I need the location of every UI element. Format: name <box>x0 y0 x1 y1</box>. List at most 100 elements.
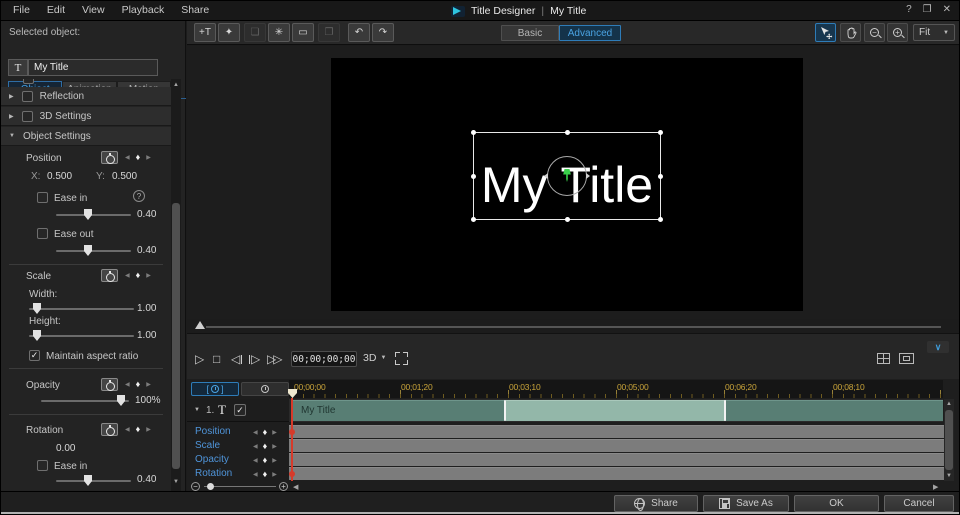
ok-button[interactable]: OK <box>794 495 879 512</box>
stop-button[interactable]: □ <box>213 353 220 365</box>
slider-thumb[interactable] <box>117 395 125 406</box>
fit-zoom-dropdown[interactable]: Fit ▼ <box>913 24 955 41</box>
fast-forward-button[interactable]: ▷▷ <box>267 353 279 365</box>
prev-keyframe-icon[interactable]: ◀ <box>125 426 130 433</box>
slider-thumb[interactable] <box>84 209 92 220</box>
position-keyframe-toggle[interactable] <box>101 151 118 164</box>
hand-tool-button[interactable] <box>840 23 861 42</box>
y-value[interactable]: 0.500 <box>112 171 137 182</box>
slider-thumb[interactable] <box>84 245 92 256</box>
zoom-in-button[interactable]: + <box>887 23 908 42</box>
play-button[interactable]: ▷ <box>195 353 204 365</box>
prev-keyframe-icon[interactable]: ◀ <box>253 471 258 478</box>
next-keyframe-icon[interactable]: ▶ <box>146 381 151 388</box>
keyframe-marker-position[interactable] <box>289 429 295 435</box>
keyframe-view-toggle-inactive[interactable] <box>241 382 289 396</box>
zoom-out-button[interactable]: − <box>864 23 885 42</box>
resize-handle-n[interactable] <box>565 130 570 135</box>
scroll-up-icon[interactable]: ▲ <box>173 82 179 88</box>
add-keyframe-icon[interactable]: ♦ <box>263 427 268 437</box>
timecode-display[interactable]: 00;00;00;00 <box>291 351 357 367</box>
canvas-stage[interactable]: My Title <box>331 58 803 311</box>
expander-icon[interactable]: ▶ <box>9 113 14 120</box>
opacity-keyframe-toggle[interactable] <box>101 378 118 391</box>
ease-out-slider[interactable] <box>56 250 131 252</box>
insert-particle-button[interactable]: ✦ <box>218 23 240 42</box>
timeline-playhead-line[interactable] <box>291 398 293 481</box>
next-keyframe-icon[interactable]: ▶ <box>272 471 277 478</box>
maintain-aspect-ratio-checkbox[interactable]: ✓ <box>29 350 40 361</box>
add-keyframe-icon[interactable]: ♦ <box>263 455 268 465</box>
track-expander-icon[interactable]: ▼ <box>194 407 200 413</box>
3d-mode-dropdown[interactable]: 3D ▼ <box>363 352 386 364</box>
add-keyframe-icon[interactable]: ♦ <box>136 270 141 280</box>
prev-keyframe-icon[interactable]: ◀ <box>253 429 258 436</box>
tv-safe-zone-button[interactable] <box>899 353 914 364</box>
segment-boundary-marker[interactable] <box>724 400 726 421</box>
slider-thumb[interactable] <box>84 475 92 486</box>
track-visible-checkbox[interactable]: ✓ <box>234 404 246 416</box>
clip-segment-out[interactable] <box>726 400 943 421</box>
selection-box[interactable] <box>473 132 661 220</box>
width-slider[interactable] <box>29 308 134 310</box>
rotation-ease-in-checkbox[interactable] <box>37 460 48 471</box>
next-keyframe-icon[interactable]: ▶ <box>272 457 277 464</box>
next-keyframe-icon[interactable]: ▶ <box>272 429 277 436</box>
add-keyframe-icon[interactable]: ♦ <box>136 424 141 434</box>
3d-settings-checkbox[interactable] <box>22 111 33 122</box>
prev-keyframe-icon[interactable]: ◀ <box>253 443 258 450</box>
menu-edit[interactable]: Edit <box>45 4 67 16</box>
timeline-scrollbar-thumb[interactable] <box>945 410 953 470</box>
resize-handle-se[interactable] <box>658 217 663 222</box>
save-as-button[interactable]: Save As <box>703 495 789 512</box>
slider-thumb[interactable] <box>33 330 41 341</box>
rotation-value[interactable]: 0.00 <box>56 443 75 454</box>
prev-keyframe-icon[interactable]: ◀ <box>125 154 130 161</box>
section-object-settings[interactable]: ▼ Object Settings <box>1 127 171 146</box>
menu-share[interactable]: Share <box>179 4 211 16</box>
next-keyframe-icon[interactable]: ▶ <box>146 154 151 161</box>
scrubber-playhead[interactable] <box>195 321 205 329</box>
close-icon[interactable]: ✕ <box>943 4 951 15</box>
scroll-down-icon[interactable]: ▼ <box>946 473 952 479</box>
height-slider[interactable] <box>29 335 134 337</box>
prev-keyframe-icon[interactable]: ◀ <box>253 457 258 464</box>
scale-keyframe-toggle[interactable] <box>101 269 118 282</box>
fullscreen-preview-button[interactable] <box>395 352 408 365</box>
add-keyframe-icon[interactable]: ♦ <box>263 441 268 451</box>
position-ease-out-checkbox[interactable] <box>37 228 48 239</box>
menu-playback[interactable]: Playback <box>120 4 167 16</box>
scroll-up-icon[interactable]: ▲ <box>946 401 952 407</box>
slider-thumb[interactable] <box>33 303 41 314</box>
scroll-right-icon[interactable]: ▶ <box>933 484 938 491</box>
help-icon[interactable]: ? <box>906 4 912 15</box>
redo-button[interactable]: ↷ <box>372 23 394 42</box>
prev-keyframe-icon[interactable]: ◀ <box>125 272 130 279</box>
rotation-ease-in-slider[interactable] <box>56 480 131 482</box>
section-reflection[interactable]: ▶ Reflection <box>1 87 171 106</box>
segment-boundary-marker[interactable] <box>504 400 506 421</box>
add-keyframe-icon[interactable]: ♦ <box>136 379 141 389</box>
keyframe-marker-rotation[interactable] <box>289 471 295 477</box>
object-name-input[interactable] <box>28 59 158 76</box>
insert-text-button[interactable]: +T <box>194 23 216 42</box>
select-move-tool-button[interactable] <box>815 23 836 42</box>
help-circle-icon[interactable]: ? <box>133 190 145 202</box>
timeline-zoom-track[interactable] <box>204 486 276 487</box>
previous-frame-button[interactable]: ◁ <box>231 353 242 365</box>
timeline-zoom-out-button[interactable]: − <box>191 482 200 491</box>
clip-lane[interactable]: My Title <box>289 399 943 422</box>
resize-handle-s[interactable] <box>565 217 570 222</box>
collapse-preview-button[interactable]: ∨ <box>927 341 949 353</box>
rotation-keyframe-toggle[interactable] <box>101 423 118 436</box>
resize-handle-sw[interactable] <box>471 217 476 222</box>
clip-segment-middle[interactable] <box>506 400 726 421</box>
position-ease-in-checkbox[interactable] <box>37 192 48 203</box>
resize-handle-e[interactable] <box>658 174 663 179</box>
panel-scrollbar-thumb[interactable] <box>172 203 180 469</box>
cancel-button[interactable]: Cancel <box>884 495 954 512</box>
resize-handle-ne[interactable] <box>658 130 663 135</box>
opacity-slider[interactable] <box>41 400 129 402</box>
prev-keyframe-icon[interactable]: ◀ <box>125 381 130 388</box>
insert-shape-button[interactable]: ▭ <box>292 23 314 42</box>
